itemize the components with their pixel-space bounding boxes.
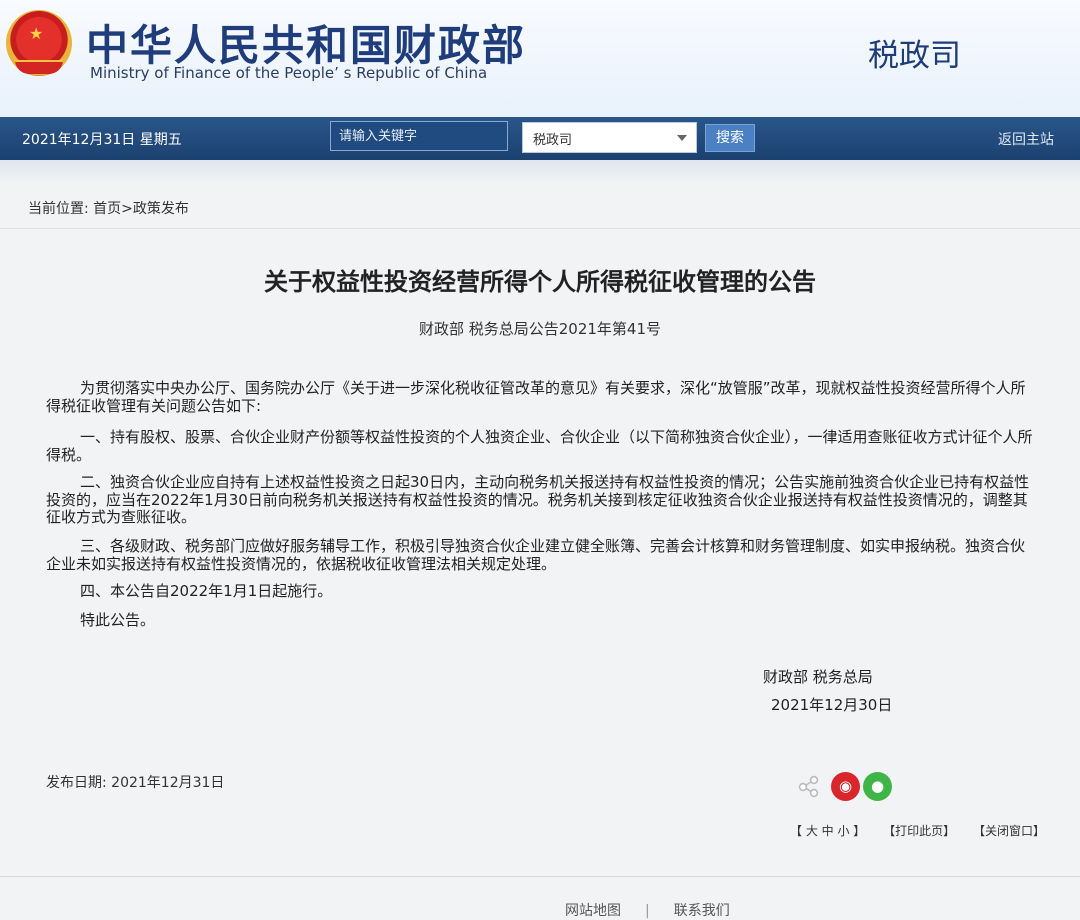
article-paragraph: 二、独资合伙企业应自持有上述权益性投资之日起30日内，主动向税务机关报送持有权益… — [46, 473, 1030, 526]
print-page-link[interactable]: 【打印此页】 — [883, 824, 955, 838]
signature-date: 2021年12月30日 — [771, 696, 893, 714]
ministry-name-en[interactable]: Ministry of Finance of the People’ s Rep… — [90, 64, 487, 82]
article-paragraph: 一、持有股权、股票、合伙企业财产份额等权益性投资的个人独资企业、合伙企业（以下简… — [46, 428, 1033, 464]
department-name: 税政司 — [868, 38, 961, 74]
top-navbar: 2021年12月31日 星期五 税政司 搜索 返回主站 — [0, 117, 1080, 160]
current-date: 2021年12月31日 星期五 — [22, 132, 182, 148]
chevron-down-icon — [677, 135, 687, 141]
close-window-link[interactable]: 【关闭窗口】 — [973, 824, 1045, 838]
page-title: 关于权益性投资经营所得个人所得税征收管理的公告 — [264, 268, 816, 296]
signature: 财政部 税务总局 — [763, 668, 873, 686]
font-size-links[interactable]: 【 大 中 小 】 — [790, 824, 865, 838]
page-actions: 【 大 中 小 】 【打印此页】 【关闭窗口】 — [790, 822, 1059, 839]
contact-link[interactable]: 联系我们 — [674, 903, 730, 919]
article-paragraph: 特此公告。 — [80, 611, 156, 629]
site-header: ★ 中华人民共和国财政部 Ministry of Finance of the … — [0, 0, 1080, 117]
breadcrumb[interactable]: 当前位置: 首页>政策发布 — [28, 198, 189, 218]
article-paragraph: 四、本公告自2022年1月1日起施行。 — [80, 582, 333, 600]
article-paragraph: 为贯彻落实中央办公厅、国务院办公厅《关于进一步深化税收征管改革的意见》有关要求，… — [46, 379, 1026, 415]
share-icon[interactable] — [797, 774, 821, 798]
breadcrumb-divider — [0, 228, 1080, 229]
header-band — [0, 160, 1080, 185]
search-input[interactable] — [330, 121, 508, 151]
document-number: 财政部 税务总局公告2021年第41号 — [418, 320, 662, 338]
article-paragraph: 三、各级财政、税务部门应做好服务辅导工作，积极引导独资合伙企业建立健全账簿、完善… — [46, 537, 1026, 573]
scope-select-value: 税政司 — [533, 133, 573, 148]
weibo-icon[interactable]: ◉ — [831, 772, 860, 801]
return-home-link[interactable]: 返回主站 — [998, 129, 1054, 149]
breadcrumb-row: 当前位置: 首页>政策发布 — [0, 188, 1080, 226]
wechat-icon[interactable]: ● — [863, 772, 892, 801]
publish-date: 发布日期: 2021年12月31日 — [46, 775, 225, 791]
footer-divider — [0, 876, 1080, 877]
scope-select[interactable]: 税政司 — [522, 122, 697, 153]
footer-links: 网站地图 | 联系我们 — [565, 900, 730, 920]
site-map-link[interactable]: 网站地图 — [565, 903, 621, 919]
national-emblem-icon: ★ — [6, 10, 72, 76]
footer-separator: | — [645, 903, 650, 919]
search-button[interactable]: 搜索 — [705, 124, 755, 152]
